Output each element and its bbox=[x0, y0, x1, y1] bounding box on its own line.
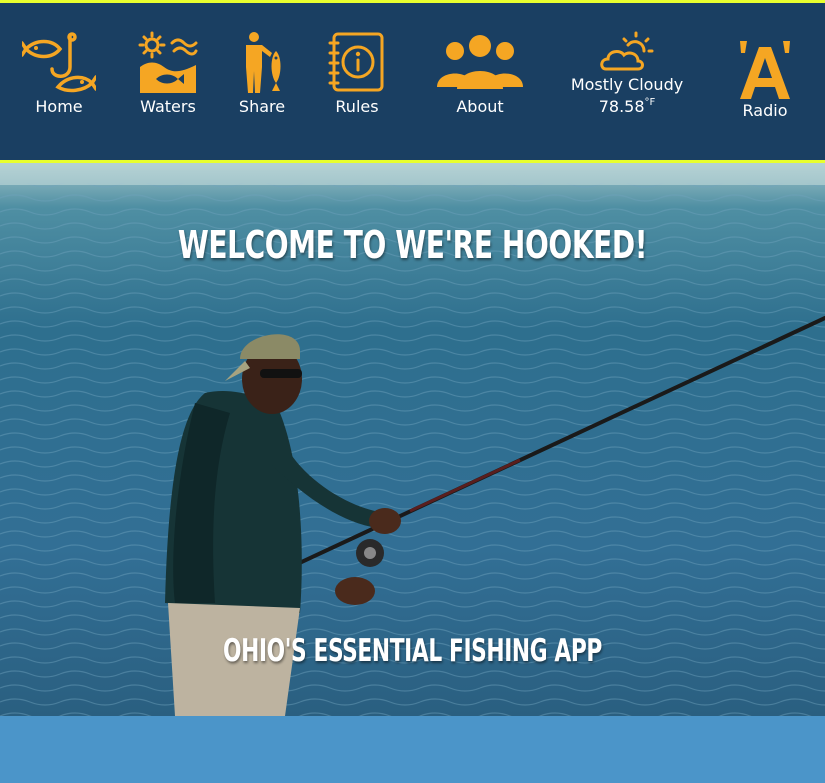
nav-share[interactable]: Share bbox=[238, 31, 286, 116]
nav-about-label: About bbox=[456, 97, 504, 116]
nav-share-label: Share bbox=[238, 97, 286, 116]
partly-cloudy-icon bbox=[600, 31, 654, 71]
nav-radio[interactable]: Radio bbox=[738, 39, 792, 120]
group-people-icon bbox=[437, 35, 523, 89]
fish-hook-icon bbox=[22, 32, 96, 93]
nav-rules[interactable]: Rules bbox=[328, 31, 386, 116]
hero-tagline: OHIO'S ESSENTIAL FISHING APP bbox=[223, 633, 602, 669]
nav-home-label: Home bbox=[35, 97, 83, 116]
weather-widget: Mostly Cloudy 78.58°F bbox=[568, 31, 686, 116]
weather-temperature-value: 78.58 bbox=[598, 97, 645, 116]
nav-waters[interactable]: Waters bbox=[138, 31, 198, 116]
person-with-fish-icon bbox=[246, 32, 281, 93]
footer-band bbox=[0, 716, 825, 783]
info-notebook-icon bbox=[328, 32, 384, 92]
hero-banner: WELCOME TO WE'RE HOOKED! OHIO'S ESSENTIA… bbox=[0, 163, 825, 716]
nav-radio-label: Radio bbox=[742, 101, 788, 120]
weather-temperature: 78.58°F bbox=[599, 97, 656, 116]
radio-letter-a-icon bbox=[740, 41, 790, 99]
nav-home[interactable]: Home bbox=[22, 31, 96, 116]
weather-condition: Mostly Cloudy bbox=[570, 75, 684, 94]
nav-rules-label: Rules bbox=[335, 97, 379, 116]
sun-waves-fish-icon bbox=[138, 31, 198, 93]
nav-about[interactable]: About bbox=[435, 31, 525, 116]
nav-waters-label: Waters bbox=[140, 97, 196, 116]
top-navigation-bar: Home Waters Share Rules About Mostly Clo… bbox=[0, 0, 825, 163]
weather-unit: °F bbox=[644, 97, 656, 108]
hero-title: WELCOME TO WE'RE HOOKED! bbox=[177, 223, 648, 267]
